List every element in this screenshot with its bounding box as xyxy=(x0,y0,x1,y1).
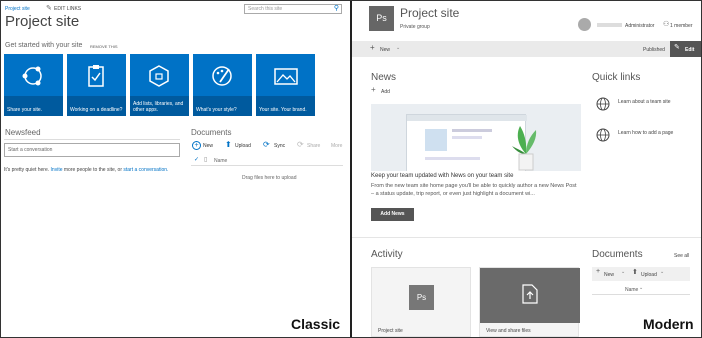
new-button[interactable]: New xyxy=(380,47,390,53)
tile-label: Working on a deadline? xyxy=(70,107,123,113)
browser-illustration xyxy=(406,114,527,171)
doc-new-button[interactable]: New xyxy=(604,272,614,278)
tile-label: Your site. Your brand. xyxy=(259,107,307,113)
tile-label: What's your style? xyxy=(196,107,237,113)
quiet-message: It's pretty quiet here. Invite more peop… xyxy=(4,167,169,173)
add-plus-icon[interactable]: + xyxy=(371,85,376,94)
start-conversation-link[interactable]: start a conversation. xyxy=(123,167,168,173)
share-network-icon xyxy=(22,66,42,86)
chevron-down-icon[interactable]: ⌄ xyxy=(621,269,625,275)
news-body: From the new team site home page you'll … xyxy=(371,183,577,197)
tile-label: Share your site. xyxy=(7,107,43,113)
doc-upload-button[interactable]: Upload xyxy=(641,272,657,278)
plus-icon[interactable]: + xyxy=(370,43,375,52)
chevron-down-icon[interactable]: ⌄ xyxy=(660,269,664,275)
documents-heading: Documents xyxy=(191,128,232,137)
upload-icon[interactable]: ⬆ xyxy=(632,268,638,276)
page-title: Project site xyxy=(5,13,80,30)
doc-new-button[interactable]: New xyxy=(203,143,213,149)
redacted-name xyxy=(597,23,622,27)
modern-site: Ps Project site Private group Administra… xyxy=(352,1,701,337)
quick-links-heading: Quick links xyxy=(592,72,641,83)
doc-sync-button[interactable]: Sync xyxy=(274,143,285,149)
activity-card[interactable]: View and share files xyxy=(479,267,580,337)
pencil-icon[interactable]: ✎ xyxy=(46,4,52,12)
globe-icon xyxy=(596,128,610,142)
file-type-icon: ▯ xyxy=(204,157,208,163)
name-column-header[interactable]: Name xyxy=(625,287,638,293)
see-all-link[interactable]: See all xyxy=(674,253,689,259)
classic-site: Project site ✎ EDIT LINKS Search this si… xyxy=(1,1,350,337)
palette-icon xyxy=(212,66,232,86)
add-news-button[interactable]: Add News xyxy=(371,208,414,221)
landscape-image-icon xyxy=(274,68,298,85)
doc-share-button[interactable]: Share xyxy=(307,143,320,149)
tile-share[interactable]: Share your site. xyxy=(4,54,63,116)
search-input[interactable]: Search this site ⚲ xyxy=(244,4,342,14)
site-logo[interactable]: Ps xyxy=(369,6,394,31)
news-hero-image[interactable] xyxy=(371,104,581,171)
chevron-down-icon[interactable]: ⌄ xyxy=(396,45,400,51)
chevron-down-icon[interactable]: ⌄ xyxy=(639,285,643,291)
activity-card-title: View and share files xyxy=(486,328,531,334)
member-count[interactable]: 1 member xyxy=(670,23,693,29)
modern-label: Modern xyxy=(643,316,694,332)
remove-this-link[interactable]: REMOVE THIS xyxy=(90,44,118,49)
search-icon[interactable]: ⚲ xyxy=(334,4,339,12)
admin-label: Administrator xyxy=(625,23,655,29)
tile-style[interactable]: What's your style? xyxy=(193,54,252,116)
quick-link-item[interactable]: Learn how to add a page xyxy=(618,130,673,136)
activity-card-title: Project site xyxy=(378,328,403,334)
upload-icon[interactable]: ⬆ xyxy=(225,140,232,149)
published-status: Published xyxy=(643,47,665,53)
search-placeholder: Search this site xyxy=(248,6,283,12)
plus-icon[interactable]: + xyxy=(596,268,600,275)
avatar[interactable] xyxy=(578,18,591,31)
edit-links-link[interactable]: EDIT LINKS xyxy=(54,6,81,12)
activity-heading: Activity xyxy=(371,249,403,260)
invite-link[interactable]: Invite xyxy=(51,167,63,173)
activity-card[interactable]: Ps Project site xyxy=(371,267,471,337)
edit-button[interactable]: ✎ Edit xyxy=(670,41,701,57)
plant-illustration-icon xyxy=(512,126,537,171)
news-heading: News xyxy=(371,72,397,83)
tile-deadline[interactable]: Working on a deadline? xyxy=(67,54,126,116)
newsfeed-heading: Newsfeed xyxy=(5,128,41,137)
edit-label: Edit xyxy=(685,47,695,53)
person-icon: ⚇ xyxy=(663,21,670,28)
news-add-button[interactable]: Add xyxy=(381,89,390,95)
clipboard-check-icon xyxy=(88,65,104,87)
comparison-screenshot: Project site ✎ EDIT LINKS Search this si… xyxy=(0,0,702,338)
get-started-heading: Get started with your site xyxy=(5,42,83,49)
doc-more-button[interactable]: More xyxy=(331,143,342,149)
tile-label: Add lists, libraries, and other apps. xyxy=(133,101,184,113)
documents-heading: Documents xyxy=(592,249,643,260)
site-subtitle: Private group xyxy=(400,24,430,30)
select-check-icon[interactable]: ✓ xyxy=(194,156,199,163)
conversation-input[interactable]: Start a conversation xyxy=(4,143,180,157)
site-logo-thumb: Ps xyxy=(409,285,434,310)
file-upload-icon xyxy=(522,284,538,304)
sync-icon[interactable]: ⟳ xyxy=(263,140,270,149)
tile-add-apps[interactable]: Add lists, libraries, and other apps. xyxy=(130,54,189,116)
pencil-icon: ✎ xyxy=(674,44,680,51)
drag-upload-text: Drag files here to upload xyxy=(242,175,297,181)
tile-brand[interactable]: Your site. Your brand. xyxy=(256,54,315,116)
quick-link-item[interactable]: Learn about a team site xyxy=(618,99,671,105)
globe-icon xyxy=(596,97,610,111)
name-column-header[interactable]: Name xyxy=(214,158,227,164)
breadcrumb-link[interactable]: Project site xyxy=(5,6,30,12)
share-icon[interactable]: ⟳ xyxy=(297,140,304,149)
classic-label: Classic xyxy=(291,316,341,332)
doc-upload-button[interactable]: Upload xyxy=(235,143,251,149)
news-headline[interactable]: Keep your team updated with News on your… xyxy=(371,173,513,179)
site-title: Project site xyxy=(400,6,460,20)
conversation-placeholder: Start a conversation xyxy=(8,147,53,153)
hexagon-apps-icon xyxy=(149,65,169,87)
new-plus-icon[interactable]: + xyxy=(192,141,201,150)
